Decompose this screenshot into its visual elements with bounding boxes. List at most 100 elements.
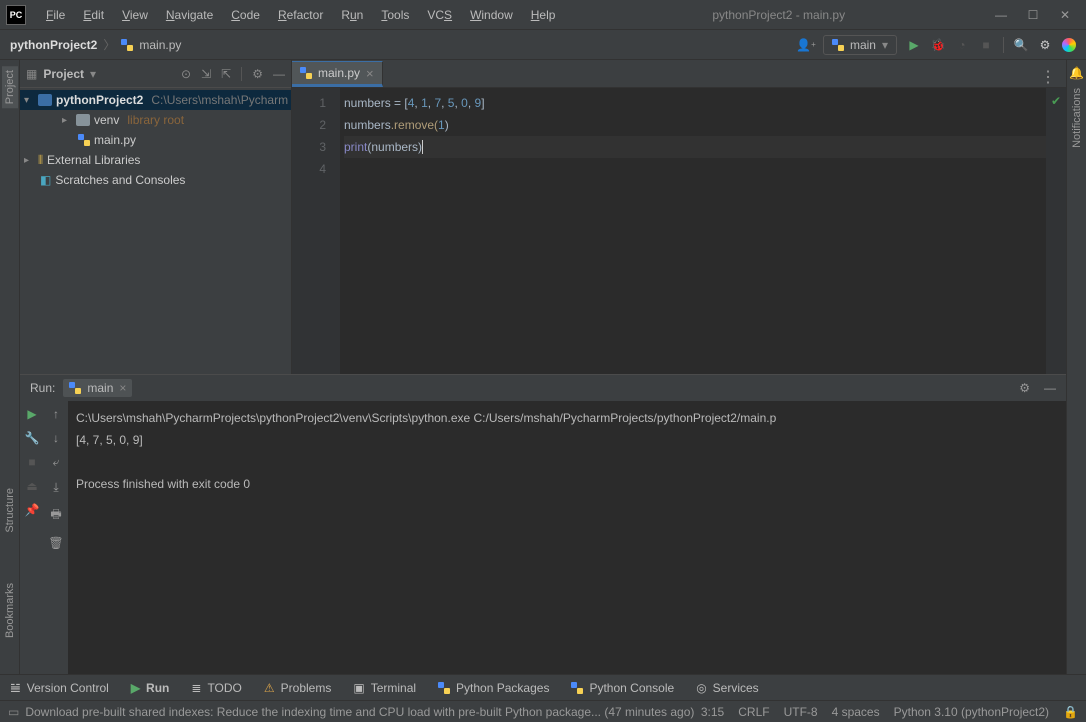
- status-encoding[interactable]: UTF-8: [784, 705, 818, 719]
- tool-console[interactable]: Python Console: [571, 681, 674, 695]
- run-panel-header: Run: main × ⚙ —: [20, 375, 1066, 401]
- menu-refactor[interactable]: Refactor: [270, 4, 331, 26]
- tool-todo[interactable]: ≣TODO: [191, 681, 242, 695]
- run-config-selector[interactable]: main ▾: [823, 35, 897, 55]
- project-folder-icon: ▦: [26, 67, 37, 81]
- menu-tools[interactable]: Tools: [373, 4, 417, 26]
- tool-terminal[interactable]: ▣Terminal: [353, 681, 416, 695]
- menu-vcs[interactable]: VCS: [419, 4, 460, 26]
- tree-scratches-row[interactable]: ◧ Scratches and Consoles: [20, 170, 291, 190]
- run-tab[interactable]: main ×: [63, 379, 132, 397]
- status-indent[interactable]: 4 spaces: [832, 705, 880, 719]
- exit-button[interactable]: ⏏: [26, 479, 37, 493]
- maximize-button[interactable]: ☐: [1026, 8, 1040, 22]
- menu-run[interactable]: Run: [333, 4, 371, 26]
- minimize-button[interactable]: —: [994, 8, 1008, 22]
- run-config-name: main: [850, 38, 876, 52]
- expand-arrow-icon[interactable]: ▸: [24, 155, 34, 166]
- status-line-sep[interactable]: CRLF: [738, 705, 769, 719]
- scroll-end-icon[interactable]: ⤓: [53, 480, 58, 495]
- editor-body[interactable]: 1 2 3 4 numbers = [4, 1, 7, 5, 0, 9] num…: [292, 88, 1066, 374]
- status-sdk[interactable]: Python 3.10 (pythonProject2): [894, 705, 1049, 719]
- run-button[interactable]: ▶: [907, 38, 921, 52]
- line-number: 2: [292, 114, 326, 136]
- trash-icon[interactable]: 🗑: [48, 536, 63, 550]
- user-add-icon[interactable]: 👤+: [799, 38, 813, 52]
- main-area: Project Structure Bookmarks ▦ Project ▾ …: [0, 60, 1086, 674]
- label: Run: [146, 681, 169, 695]
- status-tool-icon[interactable]: ▭: [8, 705, 19, 719]
- editor-tab-label: main.py: [318, 66, 360, 80]
- hide-icon[interactable]: —: [1044, 381, 1056, 395]
- menu-view[interactable]: View: [114, 4, 156, 26]
- menu-file[interactable]: File: [38, 4, 73, 26]
- tree-scratches-label: Scratches and Consoles: [55, 173, 185, 187]
- menu-navigate[interactable]: Navigate: [158, 4, 221, 26]
- locate-icon[interactable]: ⊙: [181, 67, 191, 81]
- status-message[interactable]: Download pre-built shared indexes: Reduc…: [25, 705, 701, 719]
- close-icon[interactable]: ×: [119, 381, 126, 395]
- lock-icon[interactable]: 🔒: [1063, 705, 1078, 719]
- rerun-button[interactable]: ▶: [27, 407, 36, 421]
- tool-run[interactable]: ▶Run: [131, 681, 170, 695]
- code-content[interactable]: numbers = [4, 1, 7, 5, 0, 9] numbers.rem…: [340, 88, 1046, 374]
- up-icon[interactable]: ↑: [53, 407, 59, 421]
- settings-icon[interactable]: ⚙: [1038, 38, 1052, 52]
- editor-area: main.py × ⋮ 1 2 3 4 numbers = [4, 1, 7, …: [292, 60, 1066, 374]
- tool-notifications-tab[interactable]: Notifications: [1071, 88, 1083, 148]
- tree-ext-row[interactable]: ▸ ⫴ External Libraries: [20, 150, 291, 170]
- code-with-me-icon[interactable]: [1062, 38, 1076, 52]
- hide-icon[interactable]: —: [273, 67, 285, 81]
- collapse-icon[interactable]: ⇱: [221, 67, 231, 81]
- menu-help[interactable]: Help: [523, 4, 564, 26]
- tree-ext-label: External Libraries: [47, 153, 140, 167]
- stop-button[interactable]: ■: [28, 455, 35, 469]
- tree-venv-row[interactable]: ▸ venv library root: [20, 110, 291, 130]
- tool-problems[interactable]: ⚠Problems: [264, 681, 331, 695]
- gear-icon[interactable]: ⚙: [252, 67, 263, 81]
- expand-icon[interactable]: ⇲: [201, 67, 211, 81]
- gear-icon[interactable]: ⚙: [1019, 381, 1030, 395]
- tool-project-tab[interactable]: Project: [2, 66, 18, 108]
- editor-tabs: main.py × ⋮: [292, 60, 1066, 88]
- left-stripe: Project Structure Bookmarks: [0, 60, 20, 674]
- tabs-more-icon[interactable]: ⋮: [1030, 67, 1066, 87]
- editor-tab-main[interactable]: main.py ×: [292, 61, 383, 87]
- tool-structure-tab[interactable]: Structure: [4, 488, 16, 533]
- tool-services[interactable]: ◎Services: [696, 681, 759, 695]
- menu-edit[interactable]: Edit: [75, 4, 112, 26]
- code-text: ): [445, 118, 449, 132]
- tool-vcs[interactable]: 𝌡Version Control: [10, 681, 109, 695]
- soft-wrap-icon[interactable]: ⤶: [53, 455, 60, 470]
- expand-arrow-icon[interactable]: ▸: [62, 115, 72, 126]
- debug-button[interactable]: 🐞: [931, 38, 945, 52]
- tree-file-row[interactable]: main.py: [20, 130, 291, 150]
- project-panel-header: ▦ Project ▾ ⊙ ⇲ ⇱ ⚙ —: [20, 60, 291, 88]
- console-output[interactable]: C:\Users\mshah\PycharmProjects\pythonPro…: [68, 401, 1066, 674]
- close-button[interactable]: ✕: [1058, 8, 1072, 22]
- chevron-down-icon[interactable]: ▾: [90, 67, 96, 81]
- tool-bookmarks-tab[interactable]: Bookmarks: [4, 583, 16, 638]
- stop-button[interactable]: ■: [979, 38, 993, 52]
- down-icon[interactable]: ↓: [53, 431, 59, 445]
- inspection-ok-icon[interactable]: ✔: [1051, 88, 1061, 108]
- expand-arrow-icon[interactable]: ▾: [24, 95, 34, 106]
- breadcrumb-project[interactable]: pythonProject2: [10, 38, 97, 52]
- python-file-icon: [300, 67, 312, 79]
- tool-packages[interactable]: Python Packages: [438, 681, 549, 695]
- notifications-bell-icon[interactable]: 🔔: [1069, 66, 1084, 80]
- run-coverage-button[interactable]: ◔: [955, 38, 969, 52]
- print-icon[interactable]: 🖶: [50, 505, 61, 526]
- pin-icon[interactable]: 📌: [25, 503, 40, 517]
- search-icon[interactable]: 🔍: [1014, 38, 1028, 52]
- tree-root-row[interactable]: ▾ pythonProject2 C:\Users\mshah\Pycharm: [20, 90, 291, 110]
- close-tab-icon[interactable]: ×: [366, 66, 374, 81]
- status-caret-pos[interactable]: 3:15: [701, 705, 724, 719]
- right-stripe: 🔔 Notifications: [1066, 60, 1086, 674]
- menu-window[interactable]: Window: [462, 4, 521, 26]
- wrench-icon[interactable]: 🔧: [25, 431, 40, 445]
- breadcrumb-file[interactable]: main.py: [139, 38, 181, 52]
- code-num: 1: [421, 96, 428, 110]
- services-icon: ◎: [696, 681, 706, 695]
- menu-code[interactable]: Code: [223, 4, 268, 26]
